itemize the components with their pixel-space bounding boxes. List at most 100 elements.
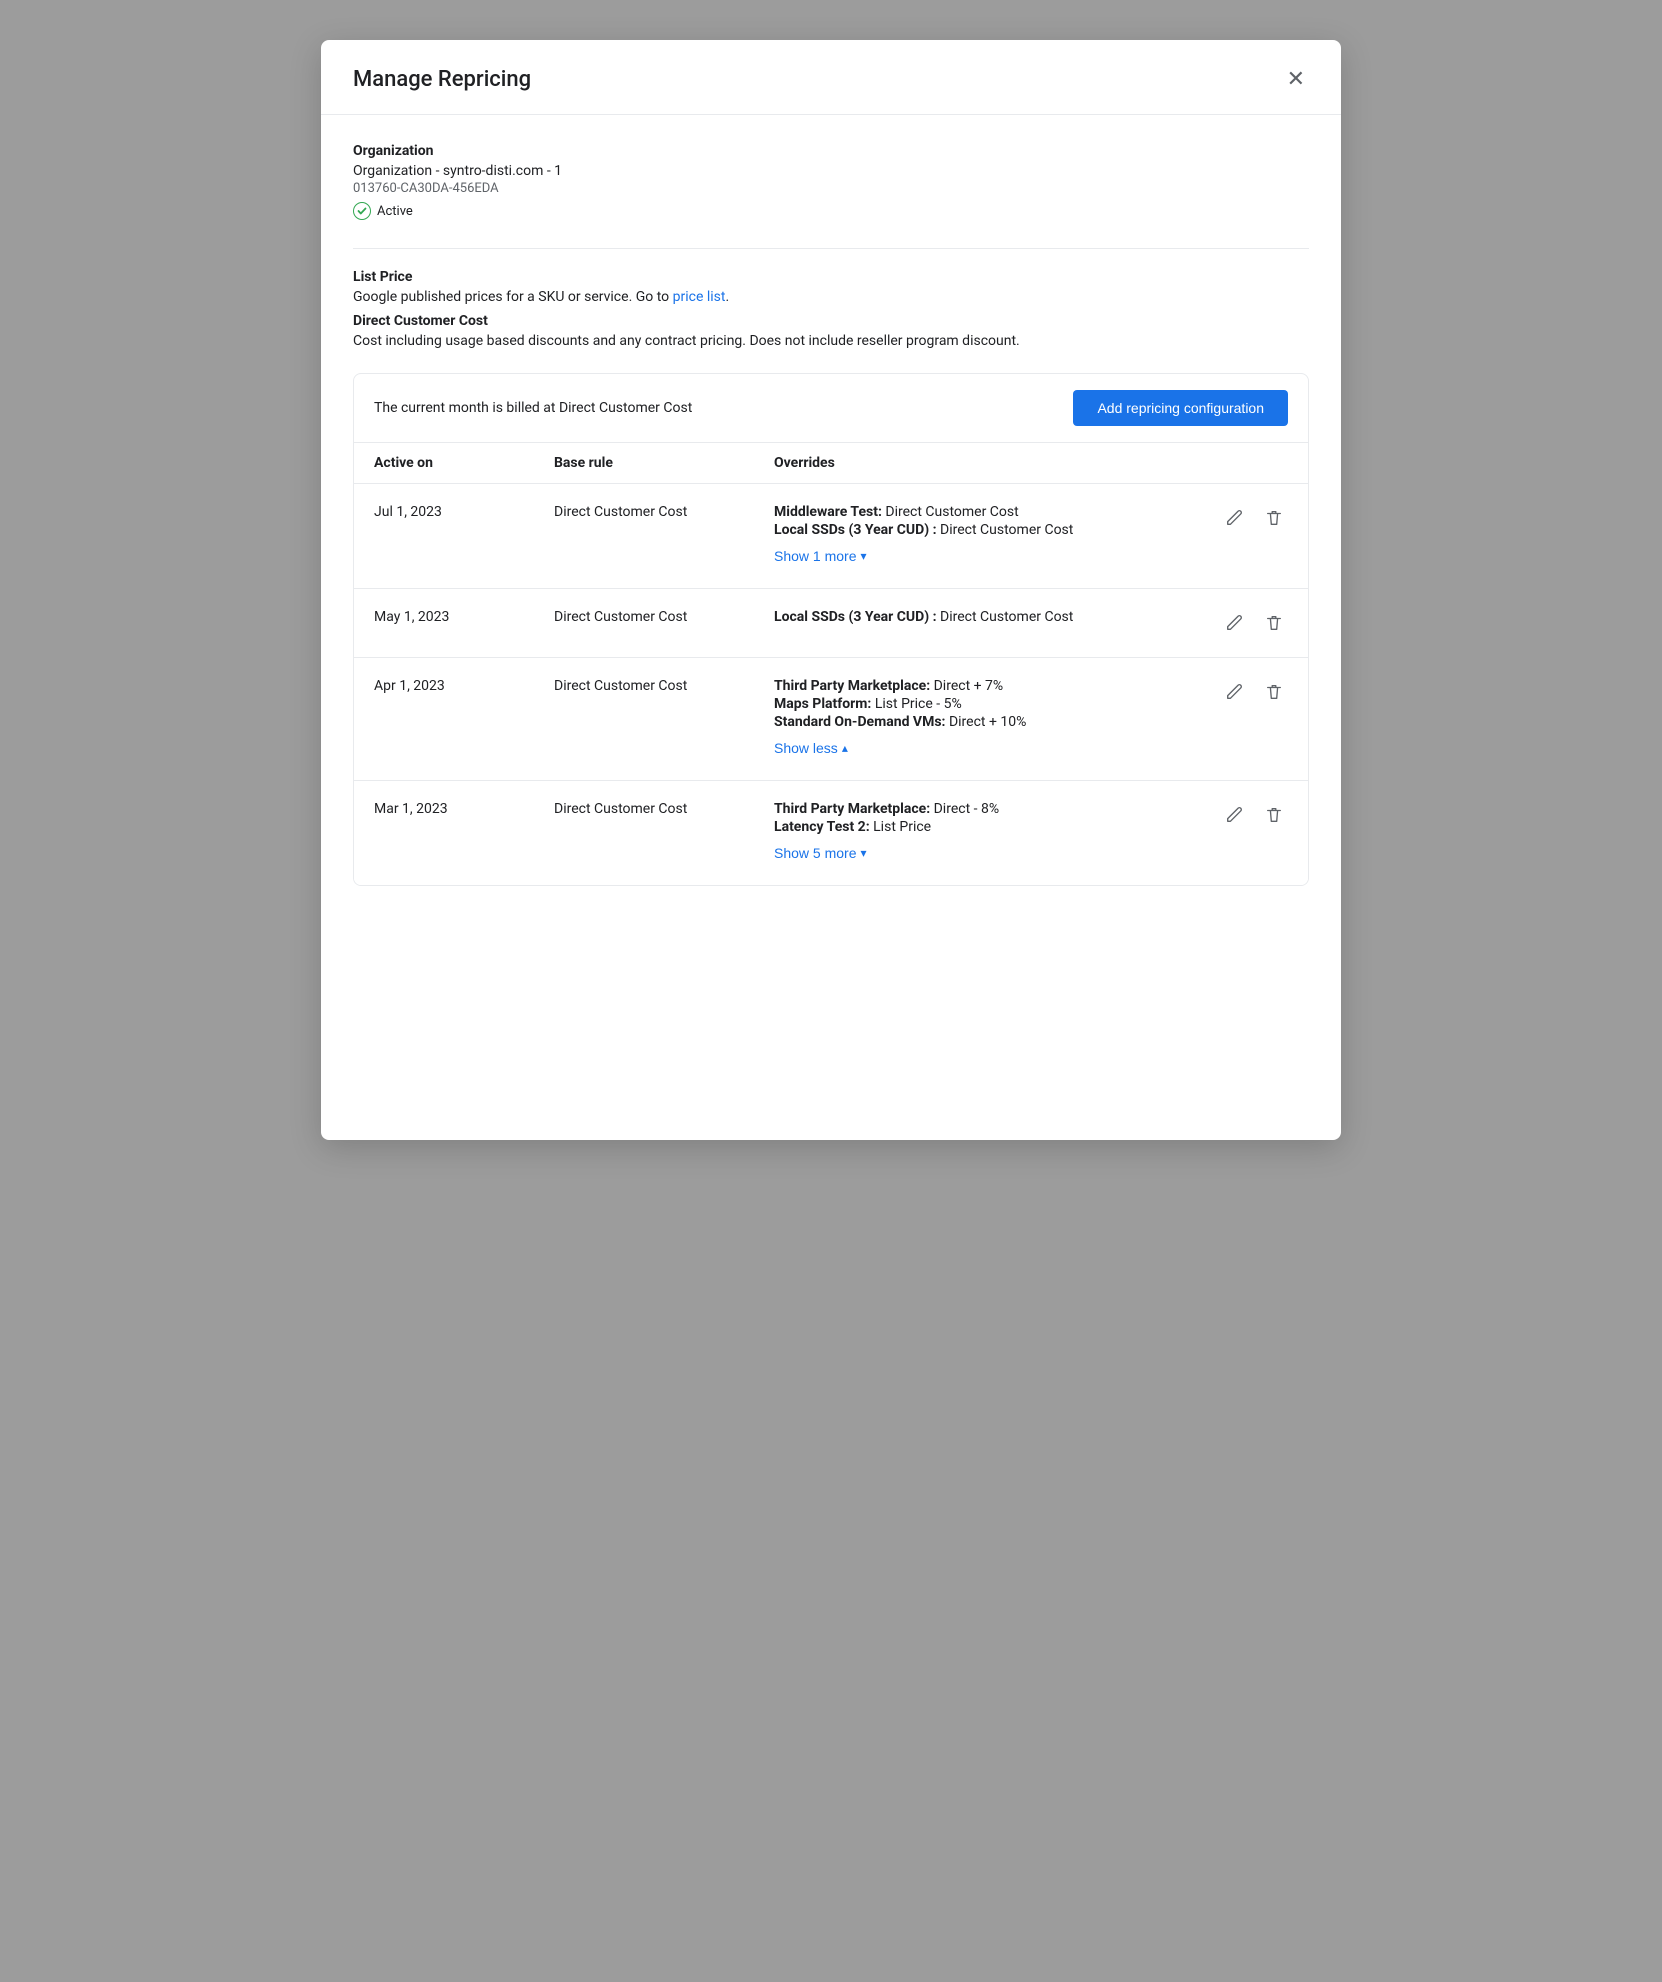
price-list-link[interactable]: price list xyxy=(673,289,726,305)
override-normal: Direct + 10% xyxy=(945,714,1026,730)
billing-notice-text: The current month is billed at Direct Cu… xyxy=(374,400,692,416)
show-more-button-4[interactable]: Show 5 more ▾ xyxy=(774,841,867,865)
override-line: Local SSDs (3 Year CUD) : Direct Custome… xyxy=(774,522,1208,538)
override-bold: Local SSDs (3 Year CUD) : xyxy=(774,609,937,625)
delete-button-3[interactable] xyxy=(1260,678,1288,706)
list-price-suffix: . xyxy=(725,289,729,305)
cell-date-3: Apr 1, 2023 xyxy=(374,678,554,694)
table-header-row: Active on Base rule Overrides xyxy=(354,443,1308,484)
edit-button-4[interactable] xyxy=(1220,801,1248,829)
show-more-label-4: Show 5 more xyxy=(774,845,856,861)
divider-1 xyxy=(353,248,1309,249)
override-bold: Third Party Marketplace: xyxy=(774,801,930,817)
edit-button-1[interactable] xyxy=(1220,504,1248,532)
col-header-active-on: Active on xyxy=(374,455,554,471)
show-more-label-1: Show 1 more xyxy=(774,548,856,564)
repricing-table: Active on Base rule Overrides Jul 1, 202… xyxy=(353,443,1309,886)
chevron-down-icon: ▾ xyxy=(860,549,866,563)
list-price-section: List Price Google published prices for a… xyxy=(353,269,1309,305)
cell-actions-1 xyxy=(1208,504,1288,532)
delete-button-4[interactable] xyxy=(1260,801,1288,829)
modal-header: Manage Repricing ✕ xyxy=(321,40,1341,115)
override-line: Middleware Test: Direct Customer Cost xyxy=(774,504,1208,520)
override-bold: Standard On-Demand VMs: xyxy=(774,714,945,730)
edit-icon xyxy=(1224,805,1244,825)
chevron-up-icon: ▴ xyxy=(842,741,848,755)
cell-date-1: Jul 1, 2023 xyxy=(374,504,554,520)
override-bold: Third Party Marketplace: xyxy=(774,678,930,694)
delete-icon xyxy=(1264,613,1284,633)
override-line: Local SSDs (3 Year CUD) : Direct Custome… xyxy=(774,609,1208,625)
active-status: Active xyxy=(353,202,1309,220)
cell-base-rule-2: Direct Customer Cost xyxy=(554,609,774,625)
delete-button-2[interactable] xyxy=(1260,609,1288,637)
organization-id: 013760-CA30DA-456EDA xyxy=(353,181,1309,196)
cell-base-rule-4: Direct Customer Cost xyxy=(554,801,774,817)
cell-actions-2 xyxy=(1208,609,1288,637)
chevron-down-icon: ▾ xyxy=(860,846,866,860)
delete-icon xyxy=(1264,682,1284,702)
check-circle-icon xyxy=(353,202,371,220)
manage-repricing-modal: Manage Repricing ✕ Organization Organiza… xyxy=(321,40,1341,1140)
cell-overrides-4: Third Party Marketplace: Direct - 8% Lat… xyxy=(774,801,1208,865)
cell-overrides-3: Third Party Marketplace: Direct + 7% Map… xyxy=(774,678,1208,760)
cell-date-4: Mar 1, 2023 xyxy=(374,801,554,817)
col-header-base-rule: Base rule xyxy=(554,455,774,471)
override-line: Third Party Marketplace: Direct - 8% xyxy=(774,801,1208,817)
delete-icon xyxy=(1264,805,1284,825)
cell-actions-3 xyxy=(1208,678,1288,706)
cell-base-rule-1: Direct Customer Cost xyxy=(554,504,774,520)
add-repricing-button[interactable]: Add repricing configuration xyxy=(1073,390,1288,426)
override-line: Third Party Marketplace: Direct + 7% xyxy=(774,678,1208,694)
organization-name: Organization - syntro-disti.com - 1 xyxy=(353,163,1309,179)
edit-button-3[interactable] xyxy=(1220,678,1248,706)
cell-overrides-1: Middleware Test: Direct Customer Cost Lo… xyxy=(774,504,1208,568)
close-icon: ✕ xyxy=(1287,68,1305,90)
override-normal: List Price - 5% xyxy=(871,696,961,712)
direct-cost-label: Direct Customer Cost xyxy=(353,313,1309,329)
override-bold: Latency Test 2: xyxy=(774,819,870,835)
edit-icon xyxy=(1224,613,1244,633)
override-normal: Direct Customer Cost xyxy=(882,504,1019,520)
modal-backdrop: Manage Repricing ✕ Organization Organiza… xyxy=(0,0,1662,1982)
cell-date-2: May 1, 2023 xyxy=(374,609,554,625)
override-bold: Local SSDs (3 Year CUD) : xyxy=(774,522,937,538)
modal-title: Manage Repricing xyxy=(353,67,531,92)
organization-label: Organization xyxy=(353,143,1309,159)
table-row: Jul 1, 2023 Direct Customer Cost Middlew… xyxy=(354,484,1308,589)
list-price-desc: Google published prices for a SKU or ser… xyxy=(353,289,1309,305)
override-normal: Direct - 8% xyxy=(930,801,999,817)
list-price-text: Google published prices for a SKU or ser… xyxy=(353,289,673,305)
override-line: Standard On-Demand VMs: Direct + 10% xyxy=(774,714,1208,730)
direct-cost-desc: Cost including usage based discounts and… xyxy=(353,333,1309,349)
table-row: Apr 1, 2023 Direct Customer Cost Third P… xyxy=(354,658,1308,781)
override-normal: Direct + 7% xyxy=(930,678,1003,694)
table-row: Mar 1, 2023 Direct Customer Cost Third P… xyxy=(354,781,1308,885)
cell-actions-4 xyxy=(1208,801,1288,829)
show-less-label-3: Show less xyxy=(774,740,838,756)
override-bold: Middleware Test: xyxy=(774,504,882,520)
organization-section: Organization Organization - syntro-disti… xyxy=(353,143,1309,220)
edit-button-2[interactable] xyxy=(1220,609,1248,637)
edit-icon xyxy=(1224,682,1244,702)
billing-notice-row: The current month is billed at Direct Cu… xyxy=(353,373,1309,443)
cell-base-rule-3: Direct Customer Cost xyxy=(554,678,774,694)
show-less-button-3[interactable]: Show less ▴ xyxy=(774,736,848,760)
delete-button-1[interactable] xyxy=(1260,504,1288,532)
col-header-actions xyxy=(1208,455,1288,471)
active-label: Active xyxy=(377,204,413,219)
col-header-overrides: Overrides xyxy=(774,455,1208,471)
override-line: Maps Platform: List Price - 5% xyxy=(774,696,1208,712)
edit-icon xyxy=(1224,508,1244,528)
cell-overrides-2: Local SSDs (3 Year CUD) : Direct Custome… xyxy=(774,609,1208,627)
override-normal: Direct Customer Cost xyxy=(937,609,1074,625)
override-line: Latency Test 2: List Price xyxy=(774,819,1208,835)
override-bold: Maps Platform: xyxy=(774,696,871,712)
delete-icon xyxy=(1264,508,1284,528)
list-price-label: List Price xyxy=(353,269,1309,285)
table-row: May 1, 2023 Direct Customer Cost Local S… xyxy=(354,589,1308,658)
show-more-button-1[interactable]: Show 1 more ▾ xyxy=(774,544,867,568)
override-normal: Direct Customer Cost xyxy=(937,522,1074,538)
close-button[interactable]: ✕ xyxy=(1283,64,1309,94)
modal-body: Organization Organization - syntro-disti… xyxy=(321,115,1341,918)
